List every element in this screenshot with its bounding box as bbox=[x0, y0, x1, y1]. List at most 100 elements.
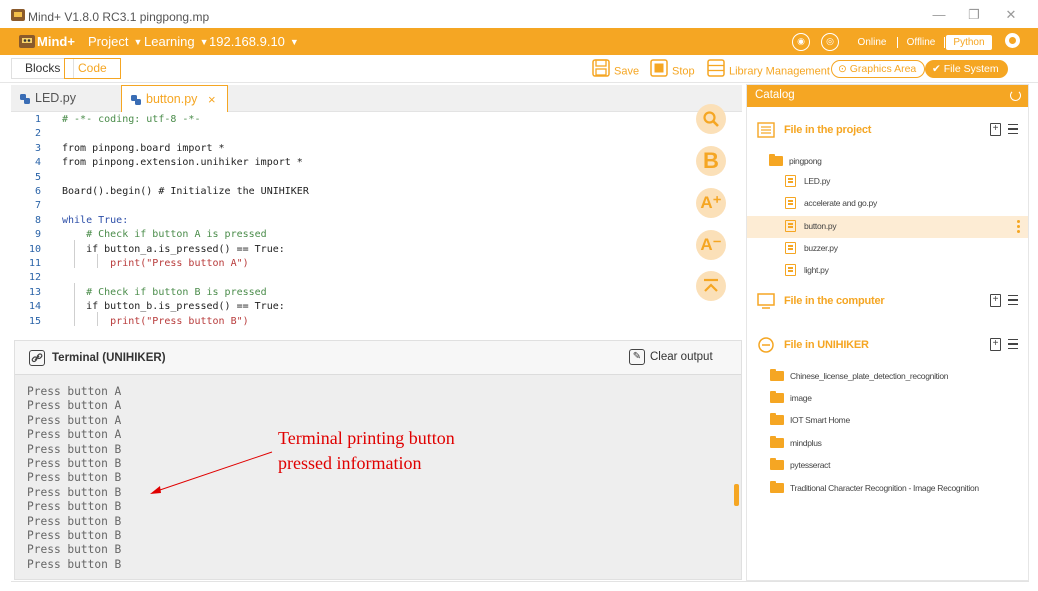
annotation-line: Terminal printing button bbox=[278, 428, 455, 448]
restore-button[interactable]: ❐ bbox=[963, 6, 985, 24]
folder-icon bbox=[770, 369, 784, 381]
output-line: Press button A bbox=[27, 413, 122, 427]
menu-icon[interactable] bbox=[1008, 295, 1018, 305]
mode-divider bbox=[897, 37, 898, 48]
mode-python[interactable]: Python bbox=[946, 35, 992, 50]
more-options-icon[interactable] bbox=[1017, 220, 1020, 234]
code-line: 5 bbox=[34, 171, 41, 183]
terminal-scrollbar[interactable] bbox=[734, 484, 739, 506]
connection-icon[interactable]: ◎ bbox=[821, 33, 839, 51]
list-icon bbox=[757, 122, 775, 138]
code-line: 2 bbox=[34, 128, 41, 140]
toolbar: Blocks Code Save Stop Library Management… bbox=[0, 55, 1038, 83]
python-file-icon bbox=[131, 95, 141, 105]
new-file-icon[interactable]: + bbox=[990, 294, 1001, 307]
close-tab-icon[interactable]: × bbox=[208, 86, 216, 113]
catalog-panel: Catalog File in the project + pingpong L… bbox=[746, 84, 1029, 581]
refresh-icon[interactable] bbox=[1010, 90, 1021, 101]
output-line: Press button B bbox=[27, 557, 122, 571]
catalog-header: Catalog bbox=[747, 85, 1028, 107]
terminal-output[interactable]: Press button A Press button A Press butt… bbox=[27, 385, 121, 572]
code-line: 11 print("Press button A") bbox=[28, 258, 249, 269]
code-line: 6 Board().begin() # Initialize the UNIHIK… bbox=[34, 186, 309, 197]
file-system-button[interactable]: ✔ File System bbox=[925, 60, 1008, 78]
output-line: Press button B bbox=[27, 543, 122, 557]
section-title: File in UNIHIKER bbox=[784, 339, 869, 351]
output-line: Press button B bbox=[27, 456, 122, 470]
mode-online[interactable]: Online bbox=[848, 35, 896, 50]
folder-icon bbox=[770, 436, 784, 448]
monitor-icon bbox=[757, 293, 775, 309]
section-computer[interactable]: File in the computer + bbox=[747, 291, 1028, 313]
folder-icon bbox=[770, 481, 784, 493]
output-line: Press button B bbox=[27, 500, 122, 514]
file-buzzer-py[interactable]: buzzer.py bbox=[747, 238, 1028, 260]
chevron-down-icon: ▼ bbox=[199, 37, 209, 47]
menu-learning[interactable]: Learning ▼ bbox=[144, 34, 209, 49]
mode-divider bbox=[944, 37, 945, 48]
file-accelerate-and-go-py[interactable]: accelerate and go.py bbox=[747, 193, 1028, 215]
code-line: 9 # Check if button A is pressed bbox=[34, 229, 267, 241]
code-line: 15 print("Press button B") bbox=[28, 315, 249, 327]
folder-item[interactable]: pytesseract bbox=[747, 455, 1028, 477]
file-icon bbox=[785, 264, 796, 276]
tab-led-py[interactable]: LED.py bbox=[11, 85, 121, 112]
file-light-py[interactable]: light.py bbox=[747, 260, 1028, 282]
code-editor: LED.py button.py × 1 # -*- coding: utf-8 … bbox=[11, 85, 742, 338]
mindplus-logo: Mind+ bbox=[19, 31, 77, 52]
code-line: 7 bbox=[34, 200, 41, 212]
code-line: 10 if button_a.is_pressed() == True: bbox=[28, 243, 285, 255]
mode-offline[interactable]: Offline bbox=[899, 35, 943, 50]
blocks-icon[interactable]: B bbox=[696, 146, 726, 176]
annotation-arrow bbox=[150, 451, 273, 494]
section-unihiker[interactable]: File in UNIHIKER + bbox=[747, 335, 1028, 357]
graphics-area-button[interactable]: ⊙ Graphics Area bbox=[831, 60, 926, 78]
folder-icon bbox=[770, 458, 784, 470]
menu-device-ip[interactable]: 192.168.9.10 ▼ bbox=[209, 34, 299, 49]
editor-tabs: LED.py button.py × bbox=[11, 85, 742, 112]
menu-icon[interactable] bbox=[1008, 124, 1018, 134]
tab-button-py[interactable]: button.py × bbox=[121, 85, 228, 112]
folder-item[interactable]: Traditional Character Recognition - Imag… bbox=[747, 478, 1028, 500]
search-icon[interactable] bbox=[696, 104, 726, 134]
catalog-title: Catalog bbox=[755, 89, 795, 101]
new-file-icon[interactable]: + bbox=[990, 338, 1001, 351]
stop-button[interactable]: Stop bbox=[650, 59, 695, 79]
settings-gear-icon[interactable] bbox=[1005, 33, 1020, 48]
zoom-out-icon[interactable]: A⁻ bbox=[696, 230, 726, 260]
title-bar: Mind+ V1.8.0 RC3.1 pingpong.mp — ❐ ✕ bbox=[0, 0, 1038, 28]
folder-pingpong[interactable]: pingpong bbox=[747, 151, 1028, 173]
code-area[interactable]: 1 # -*- coding: utf-8 -*- 2 3 from pinpong… bbox=[11, 114, 691, 334]
collapse-icon[interactable] bbox=[696, 271, 726, 301]
output-line: Press button A bbox=[27, 385, 122, 398]
folder-item[interactable]: mindplus bbox=[747, 433, 1028, 455]
output-line: Press button A bbox=[27, 399, 122, 413]
new-file-icon[interactable]: + bbox=[990, 123, 1001, 136]
section-project[interactable]: File in the project + bbox=[747, 120, 1028, 142]
tab-code[interactable]: Code bbox=[64, 58, 121, 79]
output-line: Press button A bbox=[27, 428, 122, 442]
clear-output-button[interactable]: ✎ Clear output bbox=[629, 349, 713, 367]
folder-item[interactable]: IOT Smart Home bbox=[747, 410, 1028, 432]
file-led-py[interactable]: LED.py bbox=[747, 171, 1028, 193]
section-title: File in the project bbox=[784, 124, 872, 136]
folder-item[interactable]: Chinese_license_plate_detection_recognit… bbox=[747, 366, 1028, 388]
chevron-down-icon: ▼ bbox=[133, 37, 143, 47]
library-management-button[interactable]: Library Management bbox=[707, 59, 830, 79]
menu-bar: Mind+ Project ▼ Learning ▼ 192.168.9.10 ▼ ◉… bbox=[0, 28, 1038, 55]
stop-icon bbox=[650, 59, 668, 84]
code-line: 4 from pinpong.extension.unihiker import … bbox=[34, 157, 303, 169]
file-button-py[interactable]: button.py bbox=[747, 216, 1028, 238]
output-line: Press button B bbox=[27, 528, 122, 542]
robot-face-icon[interactable]: ◉ bbox=[792, 33, 810, 51]
folder-item[interactable]: image bbox=[747, 388, 1028, 410]
code-line: 3 from pinpong.board import * bbox=[34, 142, 225, 154]
menu-icon[interactable] bbox=[1008, 339, 1018, 349]
close-window-button[interactable]: ✕ bbox=[1000, 6, 1022, 24]
terminal-header: Terminal (UNIHIKER) ✎ Clear output bbox=[15, 341, 741, 375]
minimize-button[interactable]: — bbox=[928, 6, 950, 24]
menu-project[interactable]: Project ▼ bbox=[88, 34, 142, 49]
zoom-in-icon[interactable]: A⁺ bbox=[696, 188, 726, 218]
output-line: Press button B bbox=[27, 485, 122, 499]
save-button[interactable]: Save bbox=[592, 59, 639, 79]
